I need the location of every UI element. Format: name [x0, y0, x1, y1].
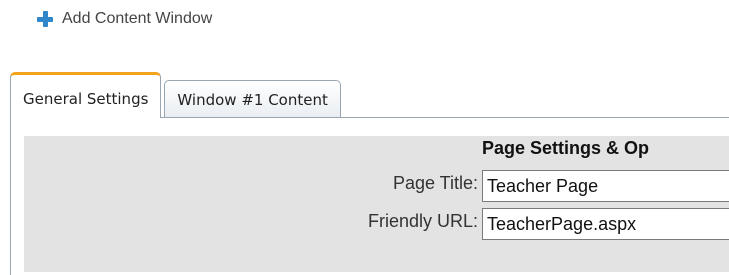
tab-window-1-content[interactable]: Window #1 Content: [164, 80, 341, 118]
general-settings-panel: Page Settings & Op Page Title: Friendly …: [10, 117, 729, 275]
page-title-label: Page Title:: [392, 173, 478, 193]
friendly-url-label: Friendly URL:: [367, 211, 478, 231]
tab-general-settings[interactable]: General Settings: [10, 72, 162, 118]
page-title-input[interactable]: [482, 170, 729, 202]
page-settings-section: Page Settings & Op Page Title: Friendly …: [24, 136, 729, 272]
friendly-url-input[interactable]: [482, 208, 729, 240]
section-title: Page Settings & Op: [482, 138, 650, 158]
plus-icon: [36, 10, 54, 28]
tab-bar: General Settings Window #1 Content: [10, 72, 344, 118]
add-content-window-label: Add Content Window: [62, 10, 213, 27]
add-content-window-link[interactable]: Add Content Window: [36, 8, 212, 30]
page-root: Add Content Window General Settings Wind…: [0, 0, 729, 275]
